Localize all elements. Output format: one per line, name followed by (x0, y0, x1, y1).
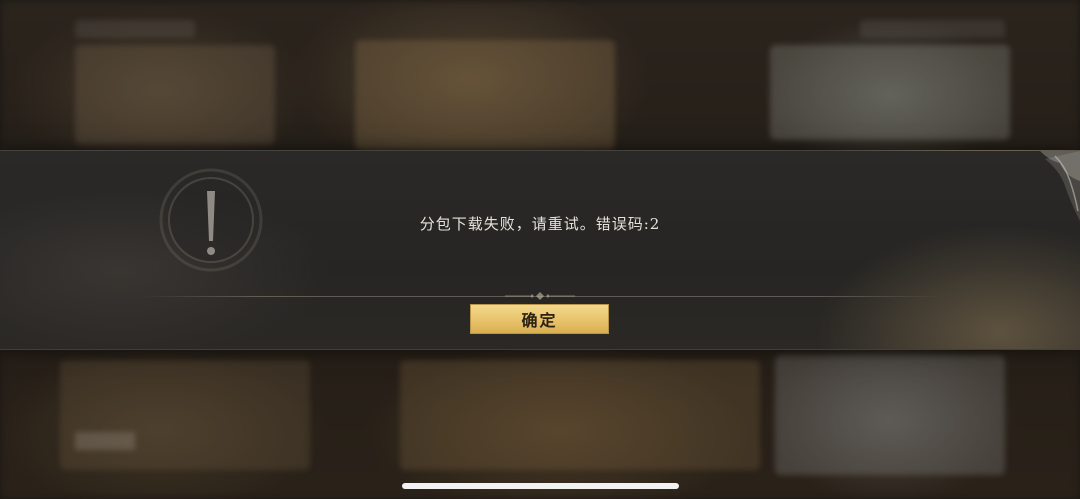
screen: 分包下载失败，请重试。错误码:2 确定 (0, 0, 1080, 499)
background-top-label-right (860, 20, 1005, 38)
error-dialog: 分包下载失败，请重试。错误码:2 确定 (0, 150, 1080, 350)
background-card-left (75, 45, 275, 145)
home-indicator[interactable] (402, 483, 679, 489)
confirm-button[interactable]: 确定 (470, 304, 609, 334)
divider-ornament-icon (505, 292, 575, 300)
background-card-bottom-center (400, 360, 760, 470)
background-bottom-label (75, 432, 135, 450)
background-card-bottom-right (775, 355, 1005, 475)
background-card-center (355, 40, 615, 150)
background-top-label-left (75, 20, 195, 38)
error-message: 分包下载失败，请重试。错误码:2 (419, 215, 661, 233)
ornament-corner-icon (1040, 151, 1080, 221)
background-card-right (770, 45, 1010, 140)
background-card-bottom-left (60, 360, 310, 470)
